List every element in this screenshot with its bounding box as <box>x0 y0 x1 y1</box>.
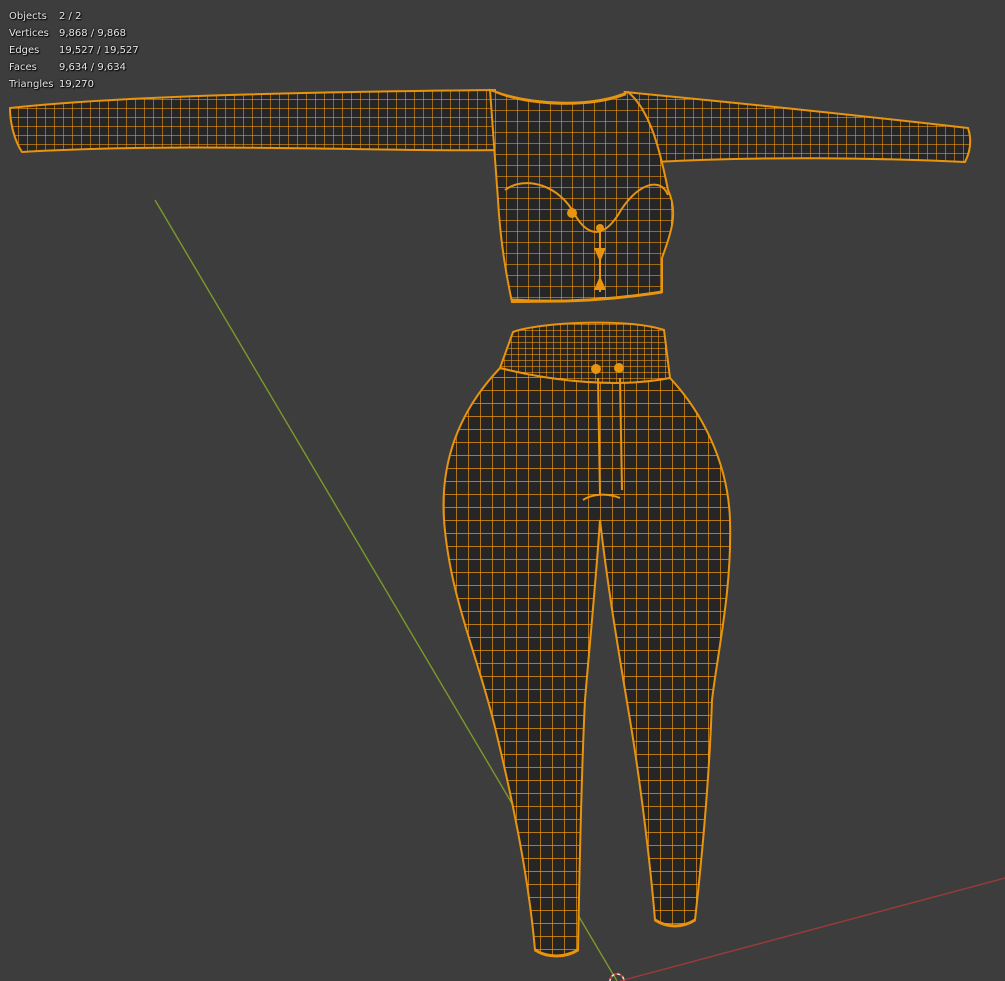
stat-label: Edges <box>9 45 40 56</box>
scene-canvas[interactable] <box>0 0 1005 981</box>
stat-value: 9,634 / 9,634 <box>59 62 126 73</box>
stat-triangles: Triangles 19,270 <box>9 76 139 93</box>
viewport-statistics: Objects 2 / 2 Vertices 9,868 / 9,868 Edg… <box>9 8 139 93</box>
stat-label: Triangles <box>9 79 54 90</box>
stat-value: 19,527 / 19,527 <box>59 45 139 56</box>
3d-viewport[interactable]: Objects 2 / 2 Vertices 9,868 / 9,868 Edg… <box>0 0 1005 981</box>
shirt-mesh[interactable] <box>8 88 972 304</box>
stat-value: 2 / 2 <box>59 11 82 22</box>
stat-vertices: Vertices 9,868 / 9,868 <box>9 25 139 42</box>
stat-label: Objects <box>9 11 47 22</box>
stat-label: Faces <box>9 62 37 73</box>
stat-value: 19,270 <box>59 79 94 90</box>
pants-mesh[interactable] <box>442 321 732 958</box>
stat-label: Vertices <box>9 28 49 39</box>
stat-objects: Objects 2 / 2 <box>9 8 139 25</box>
stat-edges: Edges 19,527 / 19,527 <box>9 42 139 59</box>
stat-value: 9,868 / 9,868 <box>59 28 126 39</box>
stat-faces: Faces 9,634 / 9,634 <box>9 59 139 76</box>
